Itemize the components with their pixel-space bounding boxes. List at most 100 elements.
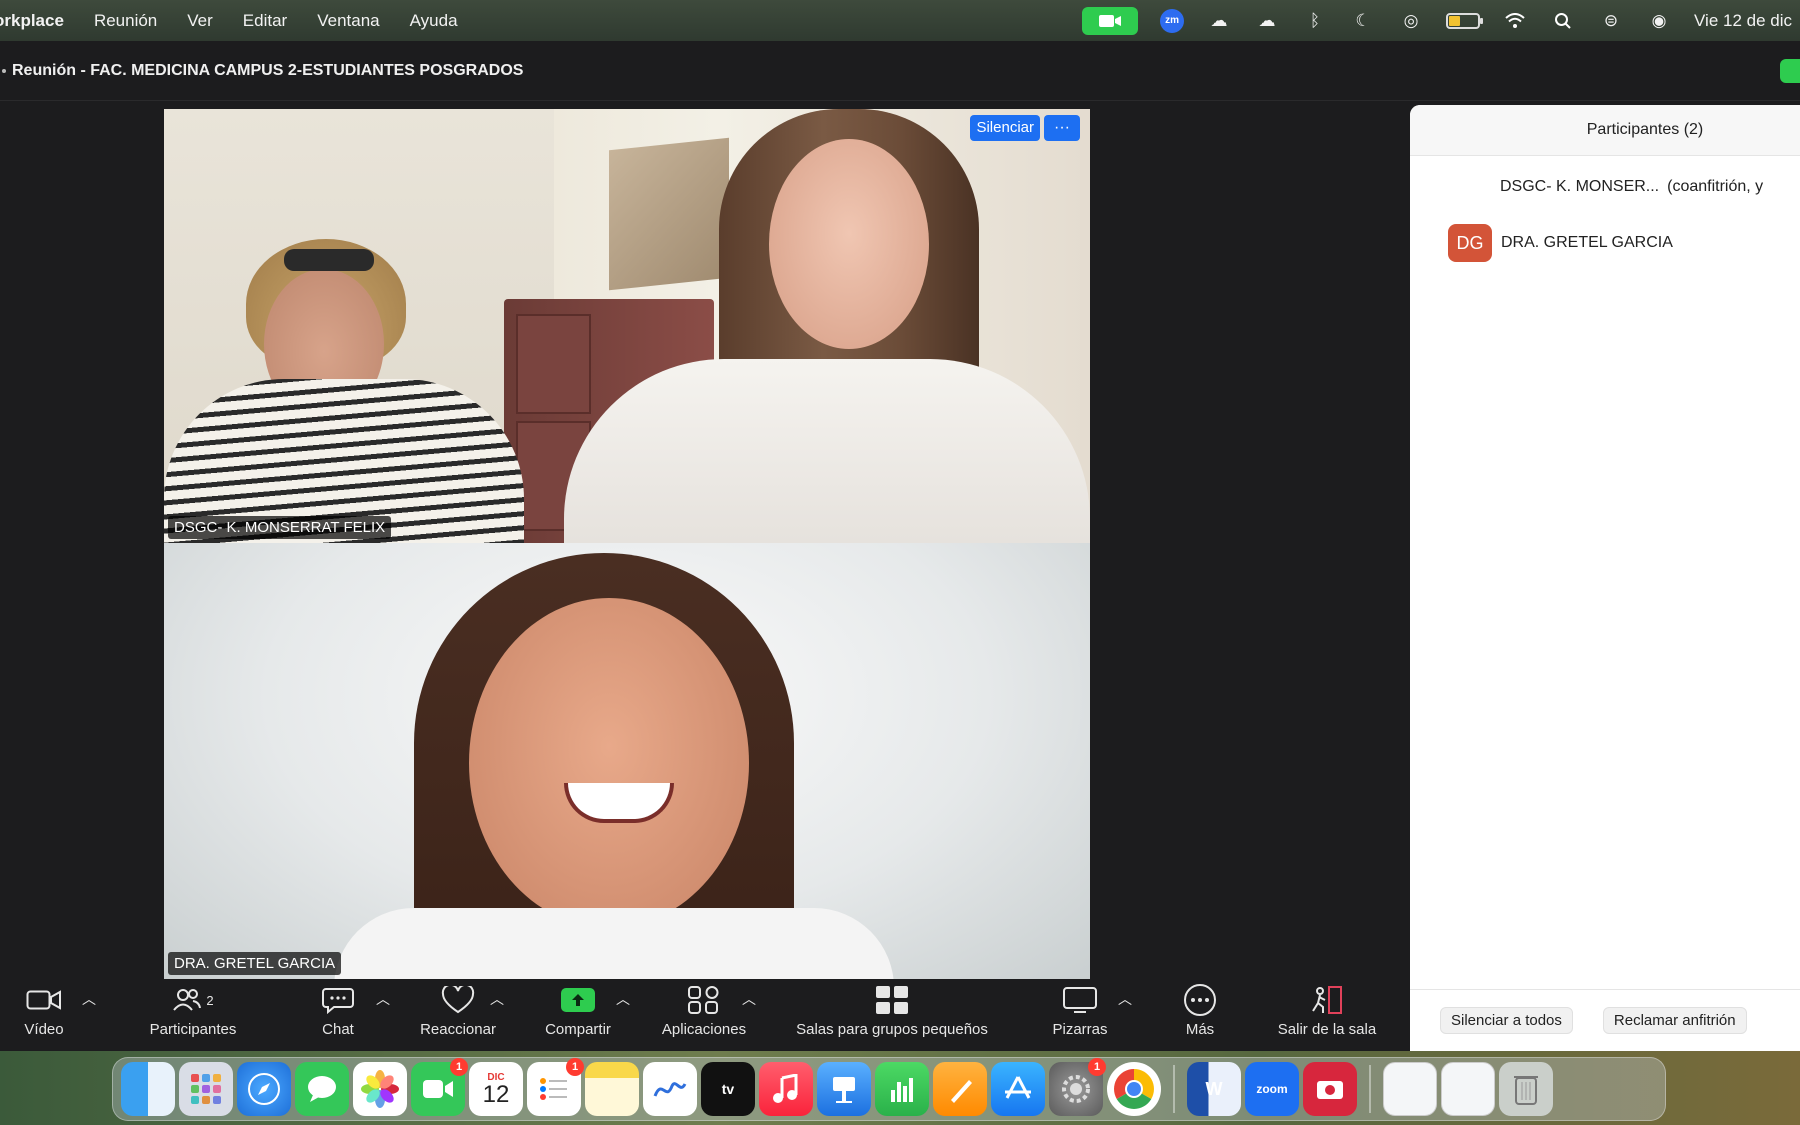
zoom-status-icon[interactable]: zm [1160, 8, 1185, 33]
cloud-error-icon[interactable]: ☁ [1254, 10, 1280, 32]
leave-room-button[interactable]: Salir de la sala [1268, 983, 1386, 1051]
chrome-icon[interactable] [1107, 1062, 1161, 1116]
apps-icon [687, 983, 721, 1017]
whiteboards-button[interactable]: Pizarras [1046, 983, 1114, 1051]
participant-role: (coanfitrión, y [1667, 178, 1764, 195]
chevron-up-icon[interactable]: ︿ [742, 989, 756, 1009]
participant-row-gretel[interactable]: DG DRA. GRETEL GARCIA [1448, 223, 1673, 263]
menu-bar-clock[interactable]: Vie 12 de dic [1694, 11, 1792, 31]
calendar-day: 12 [482, 1080, 510, 1108]
zoom-meeting-window: Reunión - FAC. MEDICINA CAMPUS 2-ESTUDIA… [0, 41, 1800, 1051]
apps-button[interactable]: Aplicaciones [652, 983, 756, 1051]
video-tile-gretel[interactable]: DRA. GRETEL GARCIA [164, 543, 1090, 979]
airdrop-icon[interactable]: ◎ [1398, 10, 1424, 32]
tv-label: tv [721, 1081, 735, 1097]
apps-label: Aplicaciones [661, 1021, 747, 1038]
apple-tv-icon[interactable]: tv [701, 1062, 755, 1116]
security-shield-icon[interactable] [1780, 59, 1800, 83]
sunglasses-shape [284, 249, 374, 271]
reminders-icon[interactable]: 1 [527, 1058, 584, 1116]
whiteboard-icon [1062, 983, 1098, 1017]
spotlight-search-icon[interactable] [1550, 10, 1576, 32]
chevron-up-icon[interactable]: ︿ [82, 989, 96, 1009]
siri-icon[interactable]: ◉ [1646, 10, 1672, 32]
mac-menu-bar: orkplace Reunión Ver Editar Ventana Ayud… [0, 0, 1800, 41]
safari-icon[interactable] [237, 1062, 291, 1116]
breakout-rooms-button[interactable]: Salas para grupos pequeños [778, 983, 1006, 1051]
tile-controls: Silenciar ··· [970, 115, 1080, 141]
app-menu-name[interactable]: orkplace [0, 11, 64, 31]
trash-icon[interactable] [1499, 1062, 1553, 1116]
cloud-sync-icon[interactable]: ☁ [1206, 10, 1232, 32]
leave-room-label: Salir de la sala [1277, 1021, 1377, 1038]
chevron-up-icon[interactable]: ︿ [490, 989, 504, 1009]
app-store-icon[interactable] [991, 1062, 1045, 1116]
zoom-app-label: zoom [1256, 1082, 1288, 1096]
more-button[interactable]: Más [1178, 983, 1222, 1051]
focus-moon-icon[interactable]: ☾ [1350, 10, 1376, 32]
photos-icon[interactable] [353, 1062, 407, 1116]
tile-mute-button[interactable]: Silenciar [970, 115, 1040, 141]
participants-panel-header: Participantes (2) [1410, 105, 1800, 156]
title-dot-icon [2, 68, 6, 73]
document-thumbnail-icon[interactable] [1383, 1062, 1437, 1116]
pages-icon[interactable] [933, 1062, 987, 1116]
zoom-app-icon[interactable]: zoom [1245, 1062, 1299, 1116]
mute-all-button[interactable]: Silenciar a todos [1440, 1007, 1573, 1034]
document-thumbnail-icon[interactable] [1441, 1062, 1495, 1116]
breakout-rooms-label: Salas para grupos pequeños [796, 1021, 988, 1038]
menu-ver[interactable]: Ver [187, 11, 213, 31]
battery-icon[interactable] [1446, 12, 1484, 29]
person-body-shape [334, 908, 894, 979]
share-button[interactable]: Compartir [536, 983, 620, 1051]
system-settings-icon[interactable]: 1 [1049, 1058, 1106, 1116]
mac-dock: 1 DIC 12 1 tv 1 W zoom [112, 1057, 1666, 1121]
notification-badge: 1 [566, 1058, 584, 1076]
camera-in-use-icon[interactable] [1082, 6, 1139, 35]
video-box-shape [609, 137, 729, 291]
chevron-up-icon[interactable]: ︿ [376, 989, 390, 1009]
participants-count: 2 [206, 992, 214, 1008]
chevron-up-icon[interactable]: ︿ [616, 989, 630, 1009]
wifi-icon[interactable] [1502, 10, 1528, 32]
dock-separator [1173, 1065, 1175, 1113]
launchpad-icon[interactable] [179, 1062, 233, 1116]
meeting-title: Reunión - FAC. MEDICINA CAMPUS 2-ESTUDIA… [12, 61, 524, 79]
participants-panel-title: Participantes (2) [1586, 121, 1704, 138]
finder-icon[interactable] [121, 1062, 175, 1116]
participants-panel: Participantes (2) DSGC- K. MONSER... (co… [1410, 105, 1800, 1051]
messages-icon[interactable] [295, 1062, 349, 1116]
video-camera-icon [26, 983, 62, 1017]
keynote-icon[interactable] [817, 1062, 871, 1116]
music-icon[interactable] [759, 1062, 813, 1116]
video-button[interactable]: Vídeo [20, 983, 68, 1051]
chat-button[interactable]: Chat [316, 983, 360, 1051]
person-face-shape [469, 598, 749, 928]
notes-icon[interactable] [585, 1062, 639, 1116]
participant-name-tag: DSGC- K. MONSERRAT FELIX [168, 516, 392, 539]
tile-more-button[interactable]: ··· [1044, 115, 1080, 141]
chevron-up-icon[interactable]: ︿ [1118, 989, 1132, 1009]
share-label: Compartir [545, 1021, 611, 1038]
video-tile-monserrat[interactable]: Silenciar ··· DSGC- K. MONSERRAT FELIX [164, 109, 1090, 543]
menu-editar[interactable]: Editar [243, 11, 287, 31]
react-label: Reaccionar [420, 1021, 496, 1038]
menu-ayuda[interactable]: Ayuda [410, 11, 458, 31]
control-center-icon[interactable]: ⊜ [1598, 10, 1624, 32]
participant-row-monserrat[interactable]: DSGC- K. MONSER... (coanfitrión, y [1500, 167, 1763, 207]
bluetooth-icon[interactable]: ᛒ [1302, 10, 1328, 32]
freeform-icon[interactable] [643, 1062, 697, 1116]
word-icon[interactable]: W [1187, 1062, 1241, 1116]
more-icon [1183, 983, 1217, 1017]
numbers-icon[interactable] [875, 1062, 929, 1116]
claim-host-button[interactable]: Reclamar anfitrión [1602, 1007, 1747, 1034]
more-label: Más [1185, 1021, 1215, 1038]
calendar-icon[interactable]: DIC 12 [469, 1062, 523, 1116]
menu-ventana[interactable]: Ventana [317, 11, 379, 31]
participants-button[interactable]: 2 Participantes [138, 983, 248, 1051]
facetime-icon[interactable]: 1 [411, 1058, 468, 1116]
photo-booth-icon[interactable] [1303, 1062, 1357, 1116]
menu-reunion[interactable]: Reunión [94, 11, 157, 31]
heart-icon [441, 983, 475, 1017]
breakout-rooms-icon [875, 983, 909, 1017]
